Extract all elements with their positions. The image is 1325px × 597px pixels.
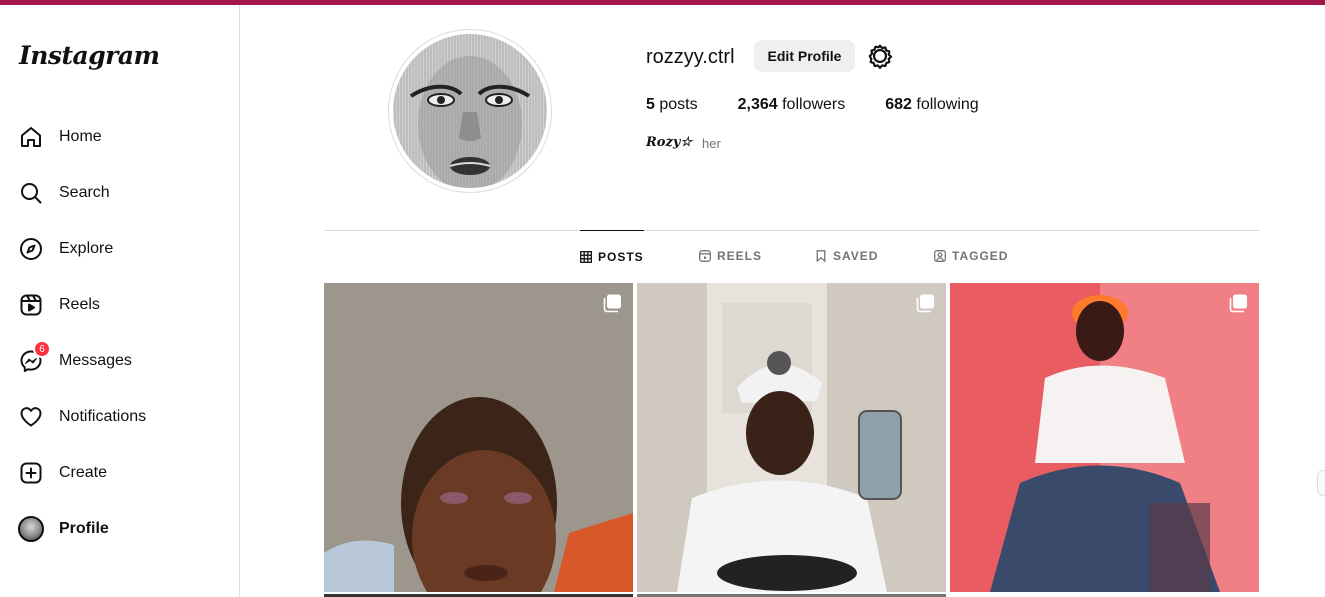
tab-label: REELS xyxy=(717,249,763,263)
grid-icon xyxy=(580,250,592,263)
sidebar-item-label: Reels xyxy=(59,296,100,313)
sidebar-item-label: Home xyxy=(59,128,102,145)
sidebar-item-notifications[interactable]: Notifications xyxy=(17,402,146,432)
post-image xyxy=(950,283,1259,592)
sidebar: Instagram Home Search Explore Reels 6 Me… xyxy=(0,5,240,597)
profile-picture[interactable] xyxy=(388,29,552,193)
sidebar-item-label: Create xyxy=(59,464,108,481)
bookmark-icon xyxy=(815,250,827,262)
post-tile[interactable] xyxy=(637,283,946,592)
search-icon xyxy=(17,179,45,207)
sidebar-item-label: Search xyxy=(59,184,110,201)
post-image xyxy=(324,283,633,592)
posts-count-stat: 5 posts xyxy=(646,96,698,114)
sidebar-item-create[interactable]: Create xyxy=(17,458,107,488)
tag-person-icon xyxy=(934,250,946,262)
following-label: following xyxy=(916,96,979,113)
tab-posts[interactable]: POSTS xyxy=(580,230,644,282)
sidebar-item-label: Explore xyxy=(59,240,114,257)
tab-tagged[interactable]: TAGGED xyxy=(934,230,1008,282)
side-scroll-handle[interactable] xyxy=(1317,470,1325,496)
unread-badge: 6 xyxy=(33,340,51,358)
following-count: 682 xyxy=(885,96,912,113)
sidebar-item-explore[interactable]: Explore xyxy=(17,234,113,264)
sidebar-item-reels[interactable]: Reels xyxy=(17,290,100,320)
edit-profile-button[interactable]: Edit Profile xyxy=(754,40,855,72)
posts-label: posts xyxy=(659,96,698,113)
reels-icon xyxy=(17,291,45,319)
reels-icon xyxy=(699,250,711,262)
sidebar-item-label: Notifications xyxy=(59,408,147,425)
face-illustration xyxy=(409,56,531,188)
plus-square-icon xyxy=(17,459,45,487)
profile-stats: 5 posts 2,364 followers 682 following xyxy=(646,96,1019,114)
instagram-logo[interactable]: Instagram xyxy=(19,41,160,70)
tab-reels[interactable]: REELS xyxy=(699,230,762,282)
heart-icon xyxy=(17,403,45,431)
sidebar-item-label: Messages xyxy=(59,352,132,369)
tabs-divider xyxy=(324,230,1260,231)
sidebar-item-messages[interactable]: 6 Messages xyxy=(17,340,132,376)
messenger-icon: 6 xyxy=(17,340,51,375)
tab-label: SAVED xyxy=(833,249,879,263)
avatar xyxy=(18,516,44,542)
settings-gear-icon[interactable] xyxy=(867,43,893,69)
sidebar-item-profile[interactable]: Profile xyxy=(17,514,109,544)
bio-pronouns: her xyxy=(702,136,721,151)
sidebar-item-search[interactable]: Search xyxy=(17,178,110,208)
sidebar-item-label: Profile xyxy=(59,520,109,537)
multi-post-icon xyxy=(1229,293,1249,313)
multi-post-icon xyxy=(603,293,623,313)
compass-icon xyxy=(17,235,45,263)
post-tile[interactable] xyxy=(324,283,633,592)
profile-username: rozzyy.ctrl xyxy=(646,46,735,68)
home-icon xyxy=(17,123,45,151)
followers-link[interactable]: 2,364 followers xyxy=(738,96,846,114)
post-tile[interactable] xyxy=(950,283,1259,592)
sidebar-item-home[interactable]: Home xyxy=(17,122,102,152)
tab-label: TAGGED xyxy=(952,249,1009,263)
followers-count: 2,364 xyxy=(737,96,778,113)
multi-post-icon xyxy=(916,293,936,313)
tab-saved[interactable]: SAVED xyxy=(815,230,878,282)
post-image xyxy=(637,283,946,592)
bio-display-name: Rozy☆ xyxy=(646,135,693,150)
followers-label: followers xyxy=(782,96,846,113)
profile-photo-image xyxy=(393,34,547,188)
following-link[interactable]: 682 following xyxy=(885,96,978,114)
tab-label: POSTS xyxy=(598,249,644,264)
posts-count: 5 xyxy=(646,96,655,113)
